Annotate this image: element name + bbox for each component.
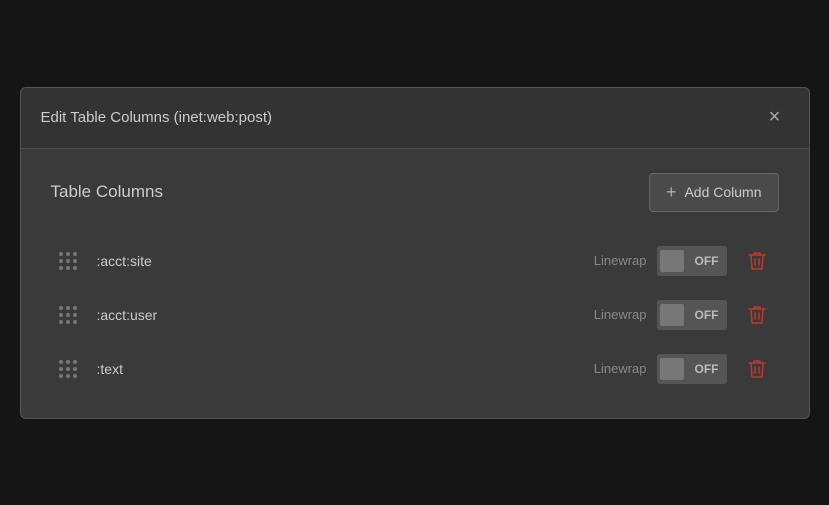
add-column-button[interactable]: + Add Column <box>649 173 779 212</box>
column-name: :acct:user <box>97 307 594 323</box>
toggle-state-label: OFF <box>695 254 719 268</box>
drag-handle[interactable] <box>59 306 77 324</box>
edit-table-columns-modal: Edit Table Columns (inet:web:post) × Tab… <box>20 87 810 419</box>
table-row: :text Linewrap OFF <box>51 344 779 394</box>
column-name: :text <box>97 361 594 377</box>
toggle-thumb <box>660 358 684 380</box>
toggle-state-label: OFF <box>695 362 719 376</box>
delete-column-button[interactable] <box>743 355 771 383</box>
drag-handle[interactable] <box>59 252 77 270</box>
add-column-label: Add Column <box>684 184 761 200</box>
columns-list: :acct:site Linewrap OFF <box>51 236 779 394</box>
trash-icon <box>748 305 766 325</box>
table-row: :acct:site Linewrap OFF <box>51 236 779 286</box>
linewrap-toggle[interactable]: OFF <box>657 354 727 384</box>
toggle-thumb <box>660 304 684 326</box>
linewrap-toggle[interactable]: OFF <box>657 300 727 330</box>
toggle-state-label: OFF <box>695 308 719 322</box>
toggle-thumb <box>660 250 684 272</box>
delete-column-button[interactable] <box>743 247 771 275</box>
column-name: :acct:site <box>97 253 594 269</box>
delete-column-button[interactable] <box>743 301 771 329</box>
linewrap-toggle[interactable]: OFF <box>657 246 727 276</box>
section-header: Table Columns + Add Column <box>51 173 779 212</box>
linewrap-label: Linewrap <box>594 253 647 268</box>
plus-icon: + <box>666 182 677 203</box>
modal-title: Edit Table Columns (inet:web:post) <box>41 109 273 126</box>
drag-handle[interactable] <box>59 360 77 378</box>
linewrap-label: Linewrap <box>594 361 647 376</box>
trash-icon <box>748 359 766 379</box>
section-title: Table Columns <box>51 182 163 202</box>
modal-body: Table Columns + Add Column :acct:site Li… <box>21 149 809 418</box>
trash-icon <box>748 251 766 271</box>
table-row: :acct:user Linewrap OFF <box>51 290 779 340</box>
modal-header: Edit Table Columns (inet:web:post) × <box>21 88 809 149</box>
close-button[interactable]: × <box>761 104 789 132</box>
linewrap-label: Linewrap <box>594 307 647 322</box>
